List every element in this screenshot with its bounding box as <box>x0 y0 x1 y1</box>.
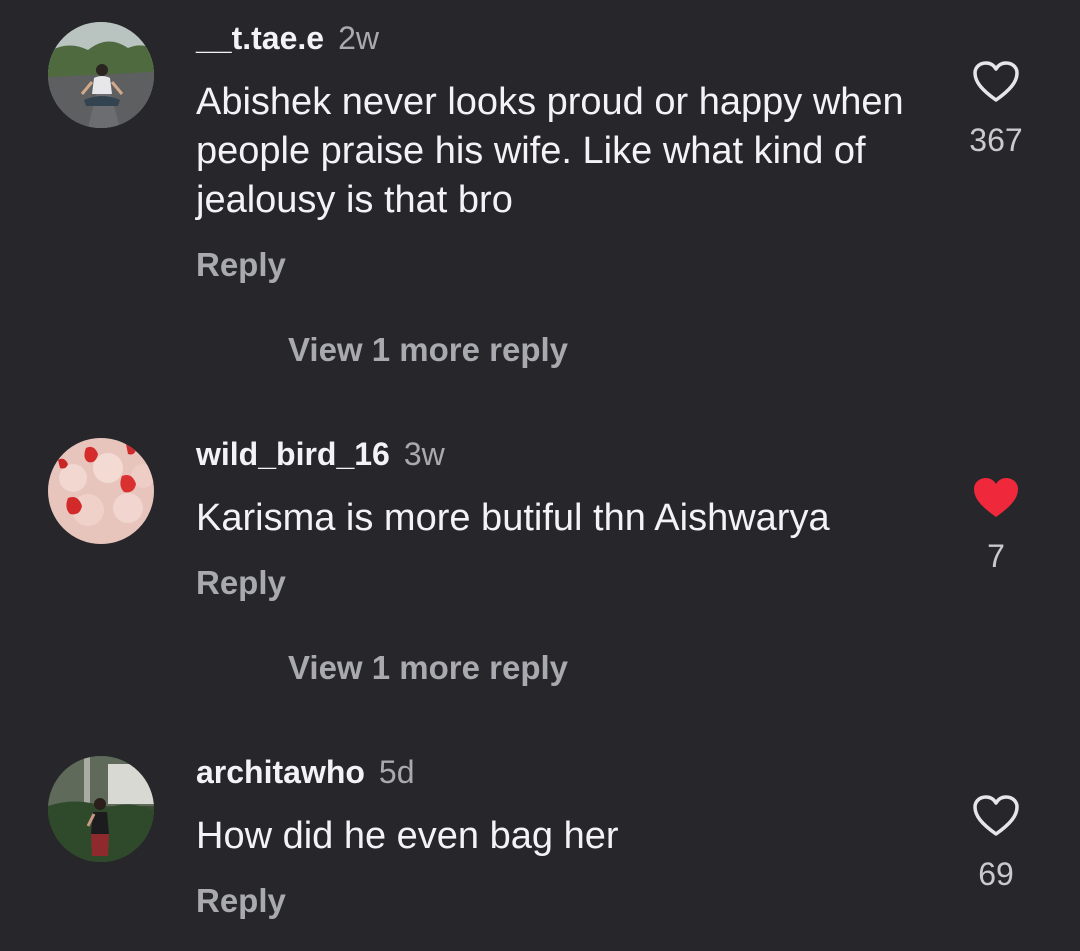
comment-time: 2w <box>338 20 379 56</box>
comment-text: How did he even bag her <box>196 815 619 857</box>
view-more-replies-button[interactable]: View 1 more reply <box>288 330 568 370</box>
username[interactable]: architawho <box>196 754 365 790</box>
like-count: 7 <box>987 538 1005 574</box>
like-count: 69 <box>978 856 1014 892</box>
person-standing-outdoors-avatar-icon <box>48 756 154 862</box>
avatar[interactable] <box>48 22 154 128</box>
like-button[interactable]: 69 <box>960 794 1032 894</box>
comment-meta: architawho 5d <box>196 752 415 792</box>
comment-time: 5d <box>378 754 415 790</box>
heart-outline-icon <box>973 61 1019 102</box>
avatar[interactable] <box>48 438 154 544</box>
like-count: 367 <box>969 122 1023 158</box>
username[interactable]: wild_bird_16 <box>196 436 390 472</box>
reply-button[interactable]: Reply <box>196 881 286 921</box>
strawberry-cake-avatar-icon <box>48 438 154 544</box>
comment-text: Abishek never looks proud or happy when … <box>196 81 904 221</box>
comments-list: __t.tae.e 2w Abishek never looks proud or… <box>0 0 1080 951</box>
like-button[interactable]: 367 <box>960 60 1032 160</box>
comment-meta: wild_bird_16 3w <box>196 434 445 474</box>
comment-meta: __t.tae.e 2w <box>196 18 379 58</box>
view-more-replies-button[interactable]: View 1 more reply <box>288 648 568 688</box>
heart-outline-icon <box>973 795 1019 836</box>
reply-button[interactable]: Reply <box>196 245 286 285</box>
reply-button[interactable]: Reply <box>196 563 286 603</box>
like-button[interactable]: 7 <box>960 476 1032 576</box>
heart-filled-icon <box>974 478 1018 517</box>
person-meditating-avatar-icon <box>48 22 154 128</box>
comment-time: 3w <box>403 436 445 472</box>
username[interactable]: __t.tae.e <box>196 20 324 56</box>
comment-text: Karisma is more butiful thn Aishwarya <box>196 497 830 539</box>
avatar[interactable] <box>48 756 154 862</box>
